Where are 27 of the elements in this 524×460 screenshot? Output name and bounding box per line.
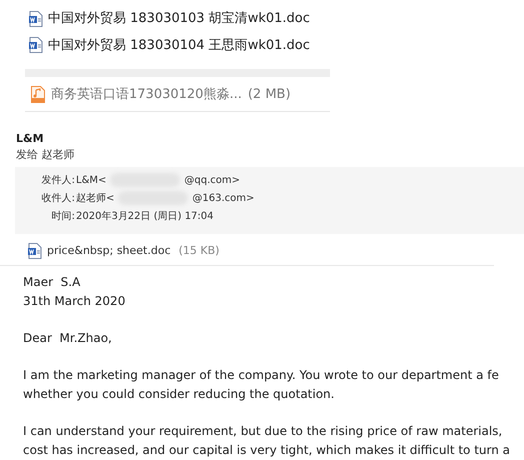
sender-name: L&M: [16, 130, 45, 146]
header-label: 时间:: [50, 210, 75, 224]
letter-line: Dear Mr.Zhao,: [23, 330, 112, 347]
attachment-name[interactable]: 商务英语口语173030120熊淼...: [51, 85, 242, 104]
document-icon: [29, 37, 43, 54]
header-value: L&M<: [76, 174, 106, 188]
letter-line: Maer S.A: [23, 274, 80, 291]
letter-line: I am the marketing manager of the company. You wrote to our department a fe: [23, 367, 499, 384]
document-icon: [29, 10, 43, 27]
letter-line: whether you could consider reducing the quotation.: [23, 386, 334, 403]
file-link[interactable]: 中国对外贸易 183030104 王思雨wk01.doc: [48, 36, 310, 55]
letter-line: cost has increased, and our capital is very tight, which makes it difficult to turn a: [23, 442, 510, 459]
email-domain: @qq.com>: [184, 174, 240, 188]
audio-file-icon: [31, 86, 45, 104]
header-value: 赵老师<: [76, 192, 114, 206]
attachment-size: (15 KB): [178, 242, 220, 258]
letter-line: 31th March 2020: [23, 293, 126, 310]
header-value: 2020年3月22日 (周日) 17:04: [76, 210, 214, 224]
header-label: 收件人:: [40, 192, 75, 206]
document-icon: [28, 242, 42, 259]
recipient-line: 发给 赵老师: [16, 147, 76, 163]
attachment-name[interactable]: price&nbsp; sheet.doc: [47, 242, 171, 259]
file-link[interactable]: 中国对外贸易 183030103 胡宝清wk01.doc: [48, 9, 310, 28]
attachment-size: (2 MB): [248, 86, 291, 104]
header-label: 发件人:: [40, 174, 75, 188]
letter-line: I can understand your requirement, but due to the rising price of raw materials,: [23, 423, 502, 440]
email-domain: @163.com>: [192, 192, 254, 206]
